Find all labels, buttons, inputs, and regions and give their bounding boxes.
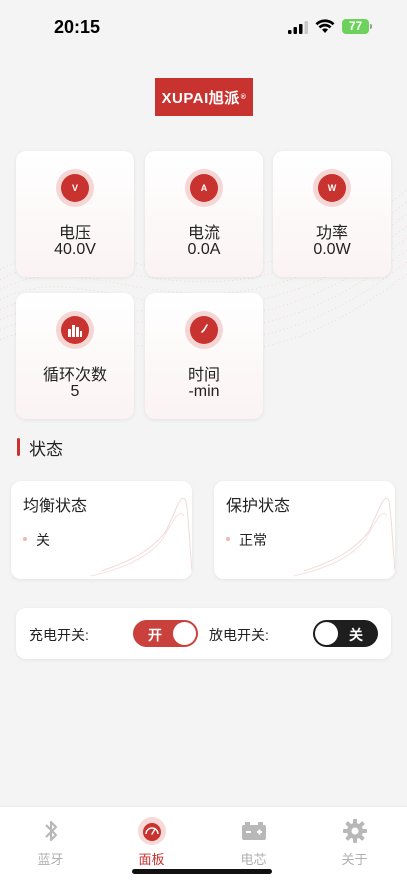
discharge-toggle-state: 关 [349, 627, 363, 643]
status-section-header: 状态 [17, 437, 63, 459]
bullet-dot [23, 537, 27, 541]
cellular-signal-icon [288, 21, 308, 34]
switch-panel: 充电开关: 开 放电开关: 关 [16, 608, 391, 659]
logo-registered-mark: ® [240, 93, 247, 101]
brand-logo: XUPAI旭派 ® [155, 78, 253, 116]
current-value: 0.0A [187, 241, 221, 258]
tab-panel-label: 面板 [138, 852, 165, 867]
wifi-icon [315, 19, 335, 33]
clock-glyph [201, 324, 208, 333]
battery-icon: 77 [342, 19, 369, 34]
ammeter-icon-letter: A [200, 183, 208, 193]
charge-toggle-state: 开 [148, 627, 162, 643]
status-section-title: 状态 [29, 439, 63, 459]
voltage-label: 电压 [58, 225, 91, 242]
bar-chart-glyph [68, 325, 82, 337]
cycle-count-card: 循环次数 5 [16, 293, 134, 419]
power-card: W 功率 0.0W [273, 151, 391, 277]
current-label: 电流 [187, 225, 220, 242]
power-label: 功率 [315, 225, 348, 242]
battery-cell-icon [240, 817, 268, 845]
power-value: 0.0W [313, 241, 351, 258]
cycle-count-value: 5 [70, 383, 80, 400]
protection-status-title: 保护状态 [226, 498, 291, 515]
bullet-dot [226, 537, 230, 541]
voltage-value: 40.0V [54, 241, 96, 258]
tab-battery-cell-label: 电芯 [240, 852, 267, 867]
toggle-knob [315, 622, 338, 645]
dashboard-icon [138, 817, 166, 845]
charge-toggle[interactable]: 开 [133, 620, 198, 647]
wattmeter-icon-letter: W [327, 183, 337, 193]
time-label: 时间 [187, 367, 220, 384]
gear-icon [341, 817, 369, 845]
current-card: A 电流 0.0A [145, 151, 263, 277]
battery-tip [370, 24, 372, 29]
status-time: 20:15 [54, 17, 101, 37]
tab-about[interactable]: 关于 [304, 807, 405, 867]
tab-about-label: 关于 [341, 852, 368, 867]
clock-icon [185, 311, 223, 349]
home-indicator[interactable] [132, 869, 272, 874]
tab-battery-cell[interactable]: 电芯 [203, 807, 304, 867]
charge-switch-label: 充电开关: [29, 627, 89, 643]
time-value: -min [188, 383, 220, 400]
toggle-knob [173, 622, 196, 645]
logo-text: XUPAI旭派 [161, 89, 240, 107]
protection-status-card: 保护状态 正常 [214, 481, 395, 579]
time-card: 时间 -min [145, 293, 263, 419]
voltmeter-icon: V [56, 169, 94, 207]
balance-status-title: 均衡状态 [23, 498, 88, 515]
balance-status-value: 关 [36, 532, 50, 548]
balance-status-card: 均衡状态 关 [11, 481, 192, 579]
cycle-count-label: 循环次数 [42, 367, 107, 384]
tab-bluetooth-label: 蓝牙 [37, 852, 64, 867]
wattmeter-icon: W [313, 169, 351, 207]
voltage-card: V 电压 40.0V [16, 151, 134, 277]
discharge-switch-label: 放电开关: [209, 627, 269, 643]
status-bar: 20:15 77 [0, 0, 407, 56]
discharge-toggle[interactable]: 关 [313, 620, 378, 647]
bar-chart-icon [56, 311, 94, 349]
tab-panel[interactable]: 面板 [101, 807, 202, 867]
section-accent-bar [17, 438, 20, 456]
ammeter-icon: A [185, 169, 223, 207]
voltmeter-icon-letter: V [71, 183, 78, 193]
bluetooth-icon [37, 817, 65, 845]
tab-bluetooth[interactable]: 蓝牙 [0, 807, 101, 867]
protection-status-value: 正常 [239, 532, 267, 548]
